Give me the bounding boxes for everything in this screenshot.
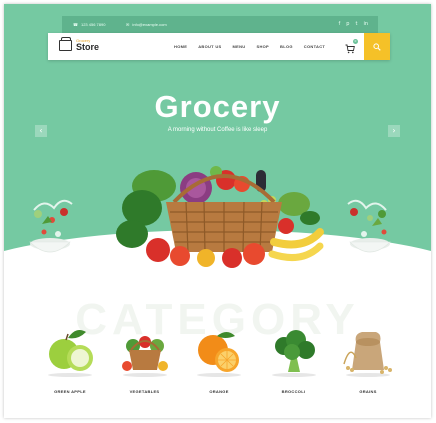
category-broccoli[interactable]: BROCCOLI xyxy=(258,324,330,404)
nav-item-menu[interactable]: MENU xyxy=(233,44,246,49)
site-logo[interactable]: Grocery Store xyxy=(59,36,100,52)
vegetable-basket-image xyxy=(116,166,324,268)
nav-item-home[interactable]: HOME xyxy=(174,44,187,49)
hero-banner: ☎ 123 456 7890 ✉ info@example.com f p t … xyxy=(4,4,431,370)
category-label: VEGETABLES xyxy=(129,389,160,394)
category-green-apple[interactable]: GREEN APPLE xyxy=(34,324,106,404)
category-label: GRAINS xyxy=(359,389,377,394)
phone-contact[interactable]: ☎ 123 456 7890 xyxy=(73,22,105,27)
category-vegetables[interactable]: VEGETABLES xyxy=(109,324,181,404)
category-label: ORANGE xyxy=(209,389,229,394)
logo-big-text: Store xyxy=(76,42,100,52)
email-contact[interactable]: ✉ info@example.com xyxy=(126,22,167,27)
mail-icon: ✉ xyxy=(126,22,130,27)
broccoli-icon xyxy=(271,330,316,377)
search-icon xyxy=(373,42,381,51)
social-links: f p t in xyxy=(339,21,368,27)
category-label: BROCCOLI xyxy=(281,389,306,394)
store-icon xyxy=(59,36,72,51)
grains-icon xyxy=(343,332,392,377)
cart-button[interactable]: 0 xyxy=(345,39,358,54)
cart-icon xyxy=(345,44,355,54)
orange-icon xyxy=(197,332,241,377)
hero-subtitle: A morning without Coffee is like sleep xyxy=(167,127,268,133)
nav-item-contact[interactable]: CONTACT xyxy=(304,44,325,49)
slider-prev-arrow[interactable]: ‹ xyxy=(35,125,47,137)
category-orange[interactable]: ORANGE xyxy=(183,324,255,404)
top-bar: ☎ 123 456 7890 ✉ info@example.com f p t … xyxy=(62,16,378,33)
phone-icon: ☎ xyxy=(73,22,78,27)
vegetables-icon xyxy=(121,336,168,377)
main-navbar: Grocery Store HOME ABOUT US MENU SHOP BL… xyxy=(48,33,390,60)
slider-next-arrow[interactable]: › xyxy=(388,125,400,137)
category-grains[interactable]: GRAINS xyxy=(332,324,404,404)
pinterest-icon[interactable]: p xyxy=(346,21,349,27)
right-splash-bowl-image xyxy=(347,199,391,253)
green-apple-icon xyxy=(48,330,93,377)
phone-text: 123 456 7890 xyxy=(80,22,106,27)
category-list: GREEN APPLE VEGETABLES ORANGE BROCCOLI G… xyxy=(34,324,404,404)
hero-title: Grocery xyxy=(154,89,281,124)
cart-count-badge: 0 xyxy=(353,39,358,44)
search-button[interactable] xyxy=(364,33,390,60)
nav-menu: HOME ABOUT US MENU SHOP BLOG CONTACT xyxy=(174,44,325,49)
left-splash-bowl-image xyxy=(29,199,73,253)
linkedin-icon[interactable]: in xyxy=(363,21,368,27)
email-text: info@example.com xyxy=(132,22,167,27)
template-preview: ☎ 123 456 7890 ✉ info@example.com f p t … xyxy=(4,4,431,418)
nav-item-shop[interactable]: SHOP xyxy=(256,44,269,49)
twitter-icon[interactable]: t xyxy=(355,21,357,27)
facebook-icon[interactable]: f xyxy=(339,21,341,27)
nav-item-about[interactable]: ABOUT US xyxy=(198,44,221,49)
category-label: GREEN APPLE xyxy=(54,389,86,394)
nav-item-blog[interactable]: BLOG xyxy=(280,44,293,49)
